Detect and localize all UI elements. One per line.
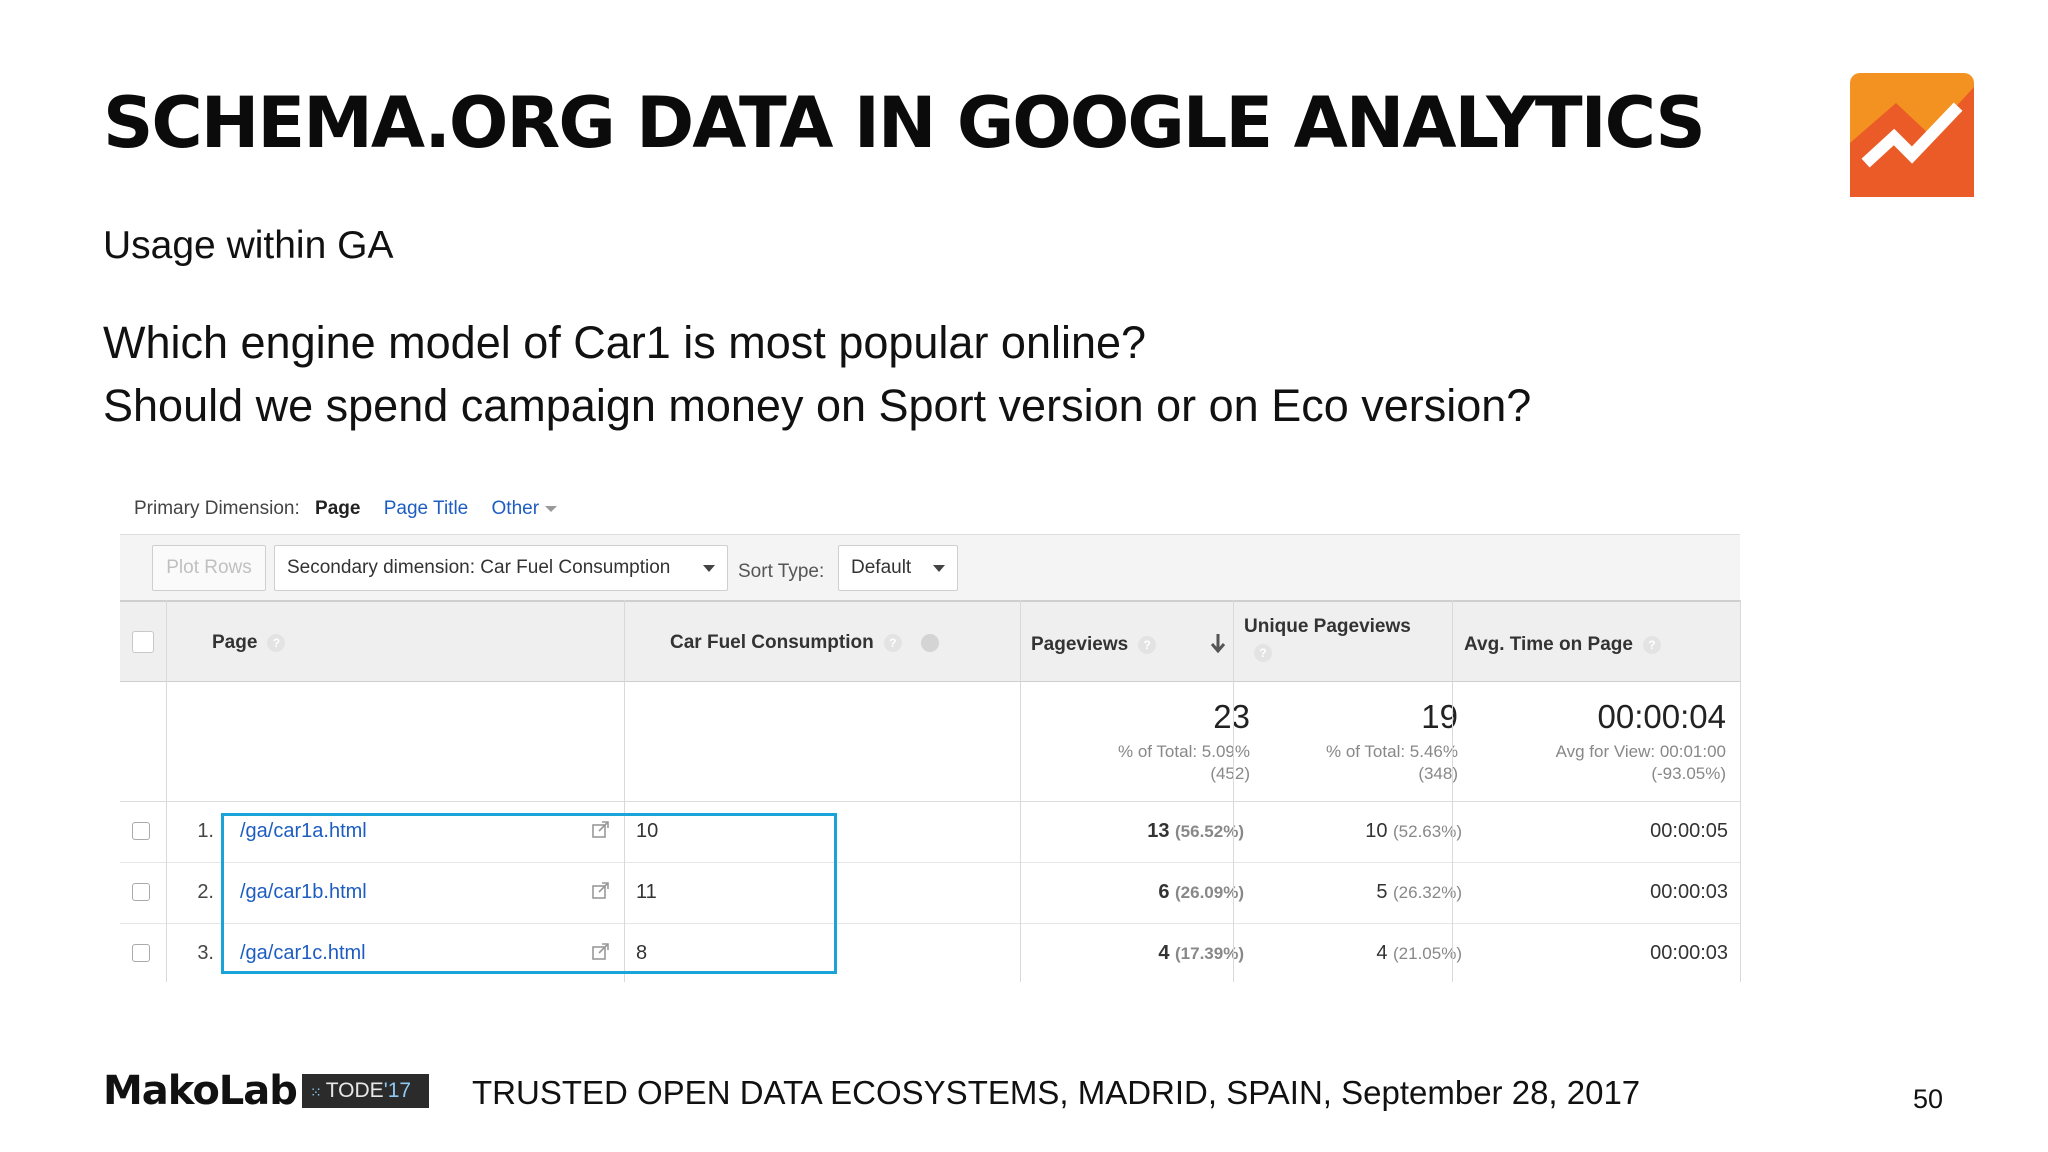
sort-type-value: Default [851,557,912,578]
row-index: 1. [197,820,214,842]
makolab-logo: MakoLab [103,1068,298,1114]
plot-rows-button[interactable]: Plot Rows [152,545,266,591]
row-pageviews: 4 (17.39%) [1050,942,1244,965]
column-divider [1452,600,1453,982]
row-checkbox[interactable] [132,944,150,962]
row-avg-time: 00:00:05 [1650,820,1728,842]
total-unique-value: 19 [1421,698,1458,735]
header-unique-pageviews[interactable]: Unique Pageviews ? [1244,616,1411,662]
sort-type-label: Sort Type: [738,561,825,582]
help-icon[interactable]: ? [1138,635,1157,654]
header-page[interactable]: Page? [212,632,286,654]
total-unique-line1: % of Total: 5.46% [1326,742,1458,761]
secondary-dimension-label: Secondary dimension: Car Fuel Consumptio… [287,557,671,578]
column-divider [166,600,167,982]
table-header: Page? Car Fuel Consumption? Pageviews? U… [120,600,1740,682]
row-pageviews-value: 4 [1158,942,1170,964]
primary-dimension-label: Primary Dimension: [134,498,300,519]
chevron-down-icon [703,564,715,572]
footer-text: TRUSTED OPEN DATA ECOSYSTEMS, MADRID, SP… [472,1074,1641,1111]
total-pageviews-line2: (452) [1210,764,1250,783]
total-pageviews-value: 23 [1213,698,1250,735]
row-pageviews: 6 (26.09%) [1050,881,1244,904]
secondary-dimension-select[interactable]: Secondary dimension: Car Fuel Consumptio… [274,545,728,591]
header-pageviews[interactable]: Pageviews? [1031,634,1157,656]
analytics-logo-icon [1850,73,1974,197]
slide-subtitle: Usage within GA [103,224,394,267]
primary-dimension-other[interactable]: Other [492,498,558,519]
slide-title: SCHEMA.ORG DATA IN GOOGLE ANALYTICS [103,82,1706,164]
header-avg-time-label: Avg. Time on Page [1464,634,1633,655]
total-avg-time-line2: (-93.05%) [1651,764,1726,783]
question-1: Which engine model of Car1 is most popul… [103,317,1147,368]
column-divider [1020,600,1021,982]
question-2: Should we spend campaign money on Sport … [103,380,1532,431]
primary-dimension-page-title[interactable]: Page Title [384,498,469,519]
row-unique: 4 (21.05%) [1240,942,1462,965]
row-index: 2. [197,881,214,903]
totals-row: 23 % of Total: 5.09% (452) 19 % of Total… [120,682,1740,802]
help-icon[interactable]: ? [267,633,286,652]
row-unique-value: 5 [1376,881,1388,903]
help-icon[interactable]: ? [1642,635,1661,654]
page-number: 50 [1913,1084,1944,1114]
sort-descending-arrow-icon[interactable] [1210,632,1226,654]
header-avg-time-on-page[interactable]: Avg. Time on Page? [1464,634,1661,656]
tode-badge-year: '17 [383,1079,412,1102]
primary-dimension-page[interactable]: Page [315,498,360,519]
help-icon[interactable]: ? [883,633,902,652]
table-toolbar: Plot Rows Secondary dimension: Car Fuel … [120,534,1740,601]
header-pageviews-label: Pageviews [1031,634,1129,655]
chevron-down-icon [545,505,558,512]
highlight-box [221,813,837,974]
row-unique-value: 4 [1376,942,1388,964]
remove-dimension-icon[interactable] [921,633,940,652]
chevron-down-icon [933,564,945,572]
ga-report-screenshot: Primary Dimension: Page Page Title Other… [120,480,1742,982]
primary-dimension-bar: Primary Dimension: Page Page Title Other [134,498,575,520]
header-page-label: Page [212,632,258,653]
total-avg-time-line1: Avg for View: 00:01:00 [1555,742,1726,761]
header-unique-label: Unique Pageviews [1244,616,1411,637]
total-avg-time: 00:00:04 Avg for View: 00:01:00 (-93.05%… [1450,700,1726,785]
row-unique-value: 10 [1365,820,1388,842]
row-pageviews-value: 6 [1158,881,1170,903]
help-icon[interactable]: ? [1254,644,1272,662]
column-divider [1233,600,1234,982]
total-avg-time-value: 00:00:04 [1597,698,1726,735]
tode-badge-label: TODE [325,1079,384,1102]
row-index: 3. [197,942,214,964]
row-avg-time: 00:00:03 [1650,881,1728,903]
row-checkbox[interactable] [132,822,150,840]
row-avg-time: 00:00:03 [1650,942,1728,964]
total-pageviews: 23 % of Total: 5.09% (452) [1050,700,1250,785]
total-unique-pageviews: 19 % of Total: 5.46% (348) [1240,700,1458,785]
row-pageviews: 13 (56.52%) [1050,820,1244,843]
row-unique: 10 (52.63%) [1240,820,1462,843]
tode-badge: ⁙ TODE'17 [302,1074,429,1108]
total-unique-line2: (348) [1418,764,1458,783]
select-all-checkbox[interactable] [132,631,154,653]
sort-type-select[interactable]: Default [838,545,958,591]
column-divider [1740,600,1741,982]
total-pageviews-line1: % of Total: 5.09% [1118,742,1250,761]
primary-dimension-other-label: Other [491,498,540,519]
tode-dots-icon: ⁙ [310,1084,322,1100]
header-car-fuel-consumption[interactable]: Car Fuel Consumption? [670,632,940,654]
row-pageviews-value: 13 [1147,820,1170,842]
header-fuel-label: Car Fuel Consumption [670,632,874,653]
row-unique: 5 (26.32%) [1240,881,1462,904]
row-checkbox[interactable] [132,883,150,901]
